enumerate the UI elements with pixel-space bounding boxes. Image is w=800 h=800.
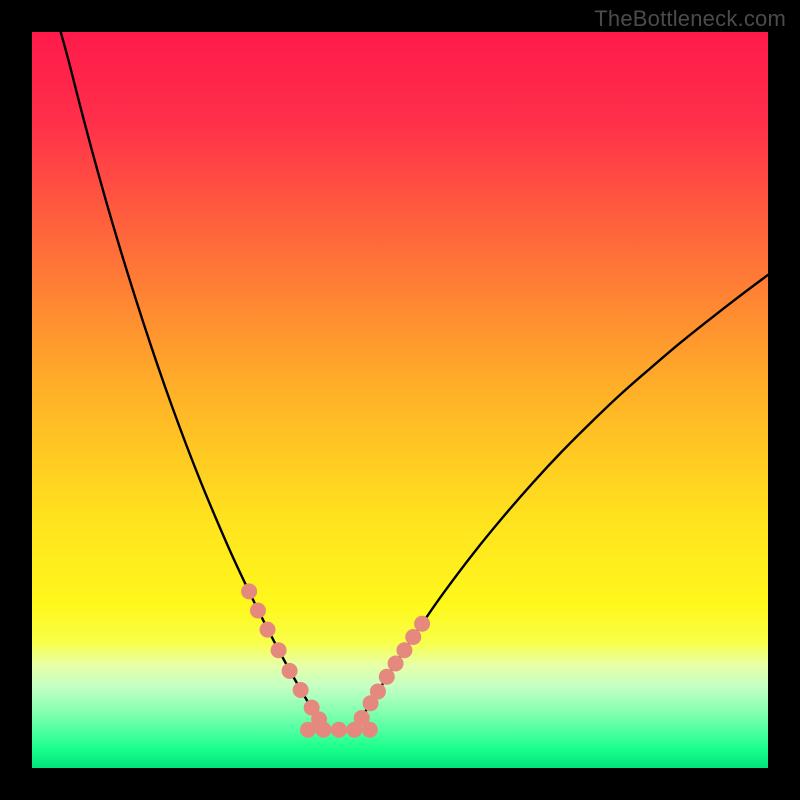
marker-dot <box>250 603 266 619</box>
marker-dot <box>315 722 331 738</box>
chart-stage: TheBottleneck.com <box>0 0 800 800</box>
plot-area <box>32 32 768 768</box>
marker-dot <box>414 616 430 632</box>
marker-dot <box>271 642 287 658</box>
marker-dot <box>331 722 347 738</box>
marker-dot <box>370 683 386 699</box>
watermark-text: TheBottleneck.com <box>594 6 786 32</box>
marker-dot <box>300 722 316 738</box>
marker-dot <box>388 655 404 671</box>
marker-dot <box>282 663 298 679</box>
marker-dot <box>293 682 309 698</box>
marker-dot <box>396 642 412 658</box>
marker-dot <box>260 622 276 638</box>
marker-dot <box>379 669 395 685</box>
marker-dot <box>241 583 257 599</box>
marker-dot <box>354 710 370 726</box>
chart-svg <box>32 32 768 768</box>
marker-dot <box>405 629 421 645</box>
